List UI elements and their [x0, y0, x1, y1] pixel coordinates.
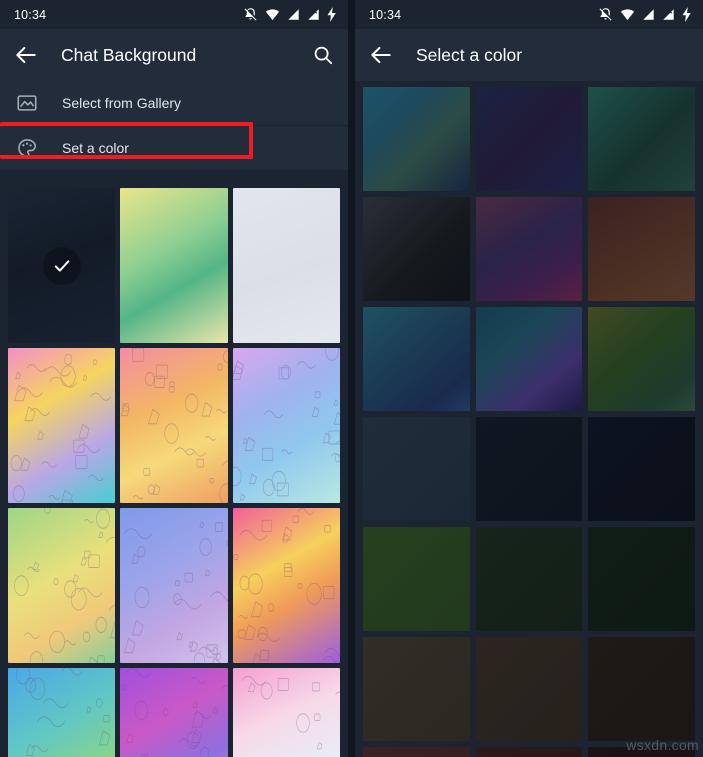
wallpaper-doodle-overlay — [120, 668, 228, 757]
wallpaper-cell-green-yellow-sweets-doodles[interactable] — [8, 508, 116, 663]
wallpaper-cell-blue-violet-ufo-doodles[interactable] — [120, 508, 228, 663]
color-swatch-very-dark-green[interactable] — [475, 527, 583, 631]
color-swatch-blue-purple-gradient[interactable] — [475, 307, 583, 411]
wallpaper-doodle-overlay — [8, 508, 116, 663]
selected-check-badge — [42, 246, 81, 285]
menu-item-label: Set a color — [62, 140, 129, 156]
right-status-bar: 10:34 — [355, 0, 703, 29]
image-icon — [17, 95, 37, 111]
left-status-bar: 10:34 — [0, 0, 348, 29]
signal-no-sim-icon — [308, 8, 319, 20]
screenshot-gutter — [348, 0, 355, 757]
notifications-off-icon — [599, 8, 612, 21]
color-swatch-forest-green-solid[interactable] — [363, 527, 470, 631]
color-swatch-dark-brown-gray[interactable] — [363, 637, 470, 741]
wallpaper-cell-solid-dark-navy[interactable] — [8, 188, 116, 343]
background-source-menu: Select from Gallery Set a color — [0, 81, 348, 170]
right-app-bar: Select a color — [355, 29, 703, 81]
color-swatch-deep-indigo-gradient[interactable] — [475, 87, 583, 191]
wallpaper-cell-green-yellow-gradient[interactable] — [120, 188, 228, 343]
wallpaper-cell-pink-white-paris-doodles[interactable] — [232, 668, 340, 757]
color-swatch-dark-wine[interactable] — [475, 747, 583, 757]
wifi-icon — [265, 9, 280, 21]
signal-no-sim-icon — [663, 8, 674, 20]
status-icon-group — [598, 7, 692, 22]
color-swatch-dark-green-gradient[interactable] — [588, 87, 695, 191]
menu-item-select-from-gallery[interactable]: Select from Gallery — [0, 81, 348, 125]
page-title: Select a color — [416, 44, 523, 65]
wallpaper-doodle-overlay — [232, 508, 340, 663]
wallpaper-cell-pink-orange-food-doodles[interactable] — [120, 348, 228, 503]
color-swatch-teal-navy-gradient[interactable] — [363, 87, 470, 191]
status-clock: 10:34 — [14, 7, 47, 22]
back-arrow-icon[interactable] — [13, 42, 39, 68]
color-swatch-grid — [355, 81, 703, 757]
search-icon[interactable] — [312, 44, 334, 66]
notifications-off-icon — [244, 8, 257, 21]
color-swatch-teal-blue-gradient[interactable] — [363, 307, 470, 411]
color-swatch-near-black-navy[interactable] — [475, 417, 583, 521]
menu-item-set-a-color[interactable]: Set a color — [0, 126, 348, 170]
color-swatch-near-black-blue[interactable] — [588, 417, 695, 521]
signal-icon — [288, 9, 299, 20]
color-swatch-near-black-brown[interactable] — [588, 637, 695, 741]
back-arrow-icon[interactable] — [368, 42, 394, 68]
wallpaper-doodle-overlay — [233, 668, 340, 757]
color-swatch-olive-green-gradient[interactable] — [588, 307, 695, 411]
wallpaper-doodle-overlay — [120, 348, 228, 503]
wallpaper-doodle-overlay — [232, 348, 340, 503]
wallpaper-cell-purple-pink-letters-doodles[interactable] — [120, 668, 228, 757]
color-swatch-deep-black-green[interactable] — [588, 527, 695, 631]
signal-icon — [643, 9, 654, 20]
wallpaper-cell-pink-yellow-teal-doodles[interactable] — [8, 348, 116, 503]
wallpaper-doodle-overlay — [8, 348, 115, 503]
wallpaper-cell-blue-green-math-doodles[interactable] — [8, 668, 116, 757]
wallpaper-grid — [0, 184, 348, 757]
wallpaper-cell-light-gray-plain[interactable] — [232, 188, 340, 343]
site-watermark: wsxdn.com — [626, 737, 699, 753]
charging-bolt-icon — [682, 7, 691, 22]
wallpaper-cell-violet-blue-space-doodles[interactable] — [232, 348, 340, 503]
color-swatch-slate-blue-solid[interactable] — [363, 417, 470, 521]
dual-screenshot-container: 10:34 Chat Background Select from Galler… — [0, 0, 703, 757]
section-divider-band — [0, 170, 348, 184]
color-swatch-maroon-dark[interactable] — [363, 747, 470, 757]
wifi-icon — [620, 9, 635, 21]
color-swatch-plum-purple-gradient[interactable] — [475, 197, 583, 301]
check-icon — [54, 259, 69, 272]
color-swatch-brown-rust-gradient[interactable] — [588, 197, 695, 301]
left-phone-screen: 10:34 Chat Background Select from Galler… — [0, 0, 348, 757]
page-title: Chat Background — [61, 44, 197, 65]
color-swatch-dark-umber[interactable] — [475, 637, 583, 741]
left-app-bar: Chat Background — [0, 29, 348, 81]
wallpaper-cell-pink-orange-purple-doodles[interactable] — [232, 508, 340, 663]
palette-icon — [18, 139, 37, 157]
status-icon-group — [243, 7, 337, 22]
menu-item-label: Select from Gallery — [62, 95, 182, 111]
status-clock: 10:34 — [369, 7, 402, 22]
color-swatch-charcoal-gradient[interactable] — [363, 197, 470, 301]
wallpaper-doodle-overlay — [120, 508, 228, 663]
right-phone-screen: 10:34 Select a color wsxdn.com — [355, 0, 703, 757]
charging-bolt-icon — [327, 7, 336, 22]
wallpaper-doodle-overlay — [8, 668, 115, 757]
